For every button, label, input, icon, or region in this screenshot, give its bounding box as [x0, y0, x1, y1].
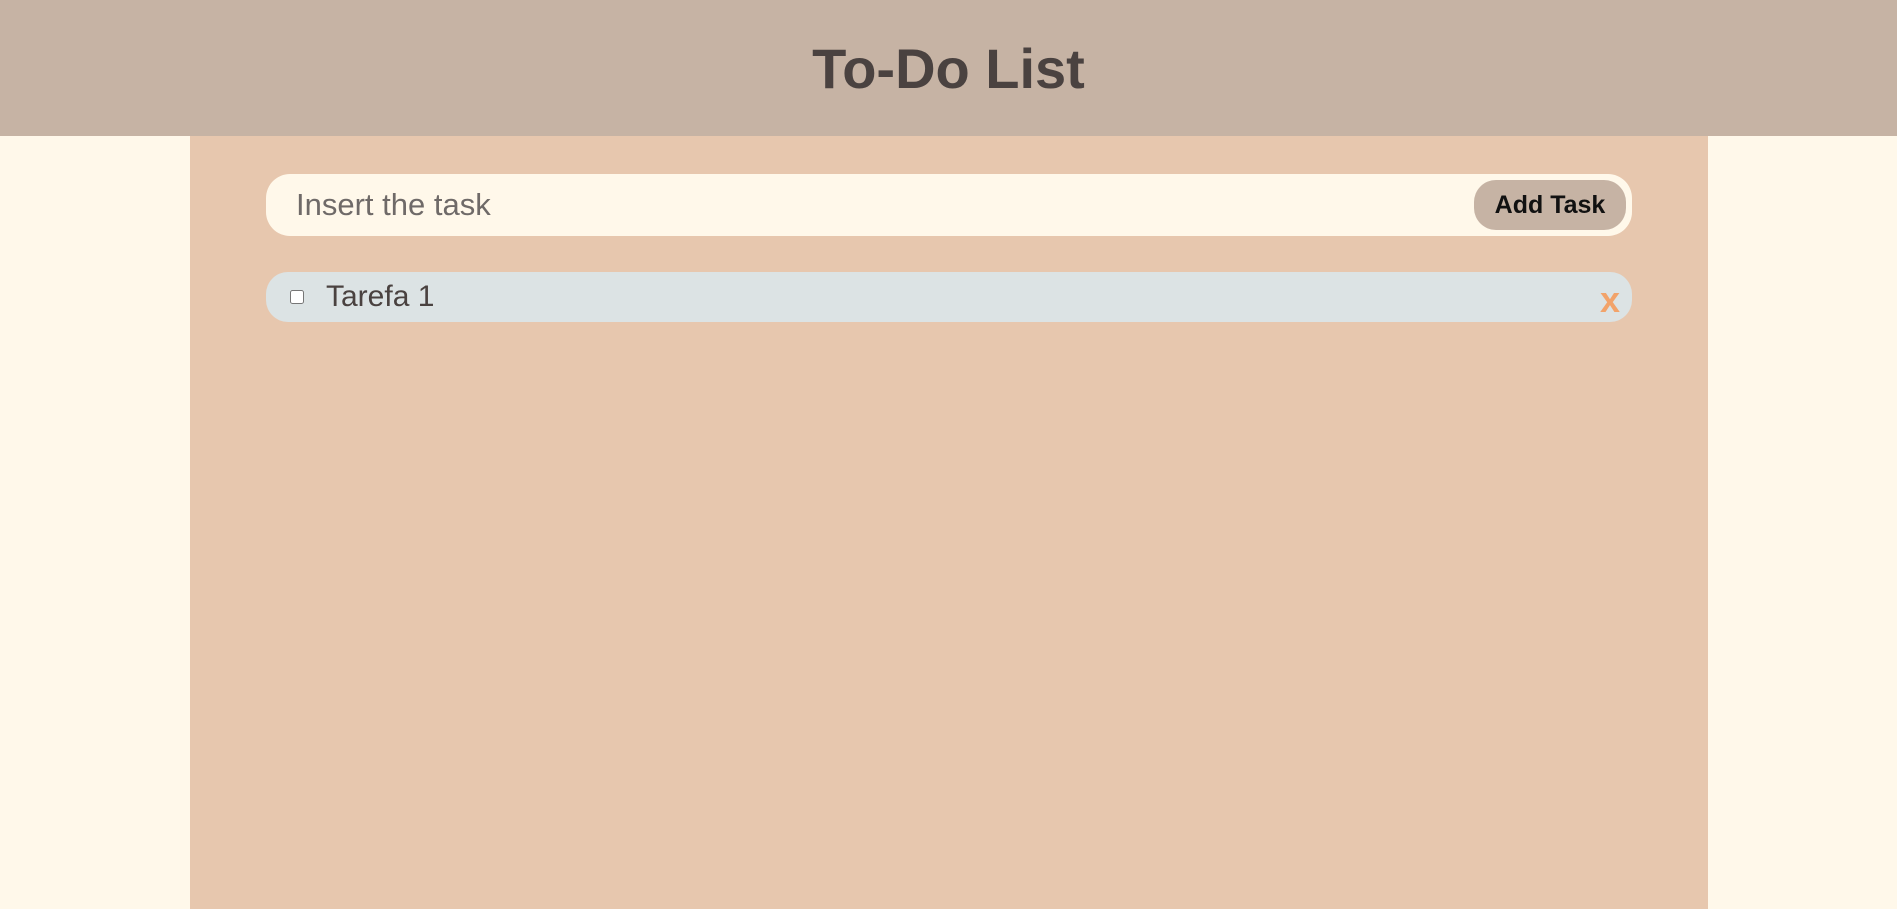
task-list: Tarefa 1 x [266, 272, 1632, 322]
main-panel: Add Task Tarefa 1 x [190, 136, 1708, 909]
add-task-button[interactable]: Add Task [1474, 180, 1626, 230]
add-task-bar: Add Task [266, 174, 1632, 236]
task-item: Tarefa 1 x [266, 272, 1632, 322]
app-header: To-Do List [0, 0, 1897, 136]
task-label: Tarefa 1 [326, 280, 435, 313]
page-title: To-Do List [812, 36, 1085, 100]
delete-task-button[interactable]: x [1600, 278, 1620, 322]
task-input[interactable] [266, 174, 1446, 236]
task-checkbox[interactable] [290, 290, 304, 304]
